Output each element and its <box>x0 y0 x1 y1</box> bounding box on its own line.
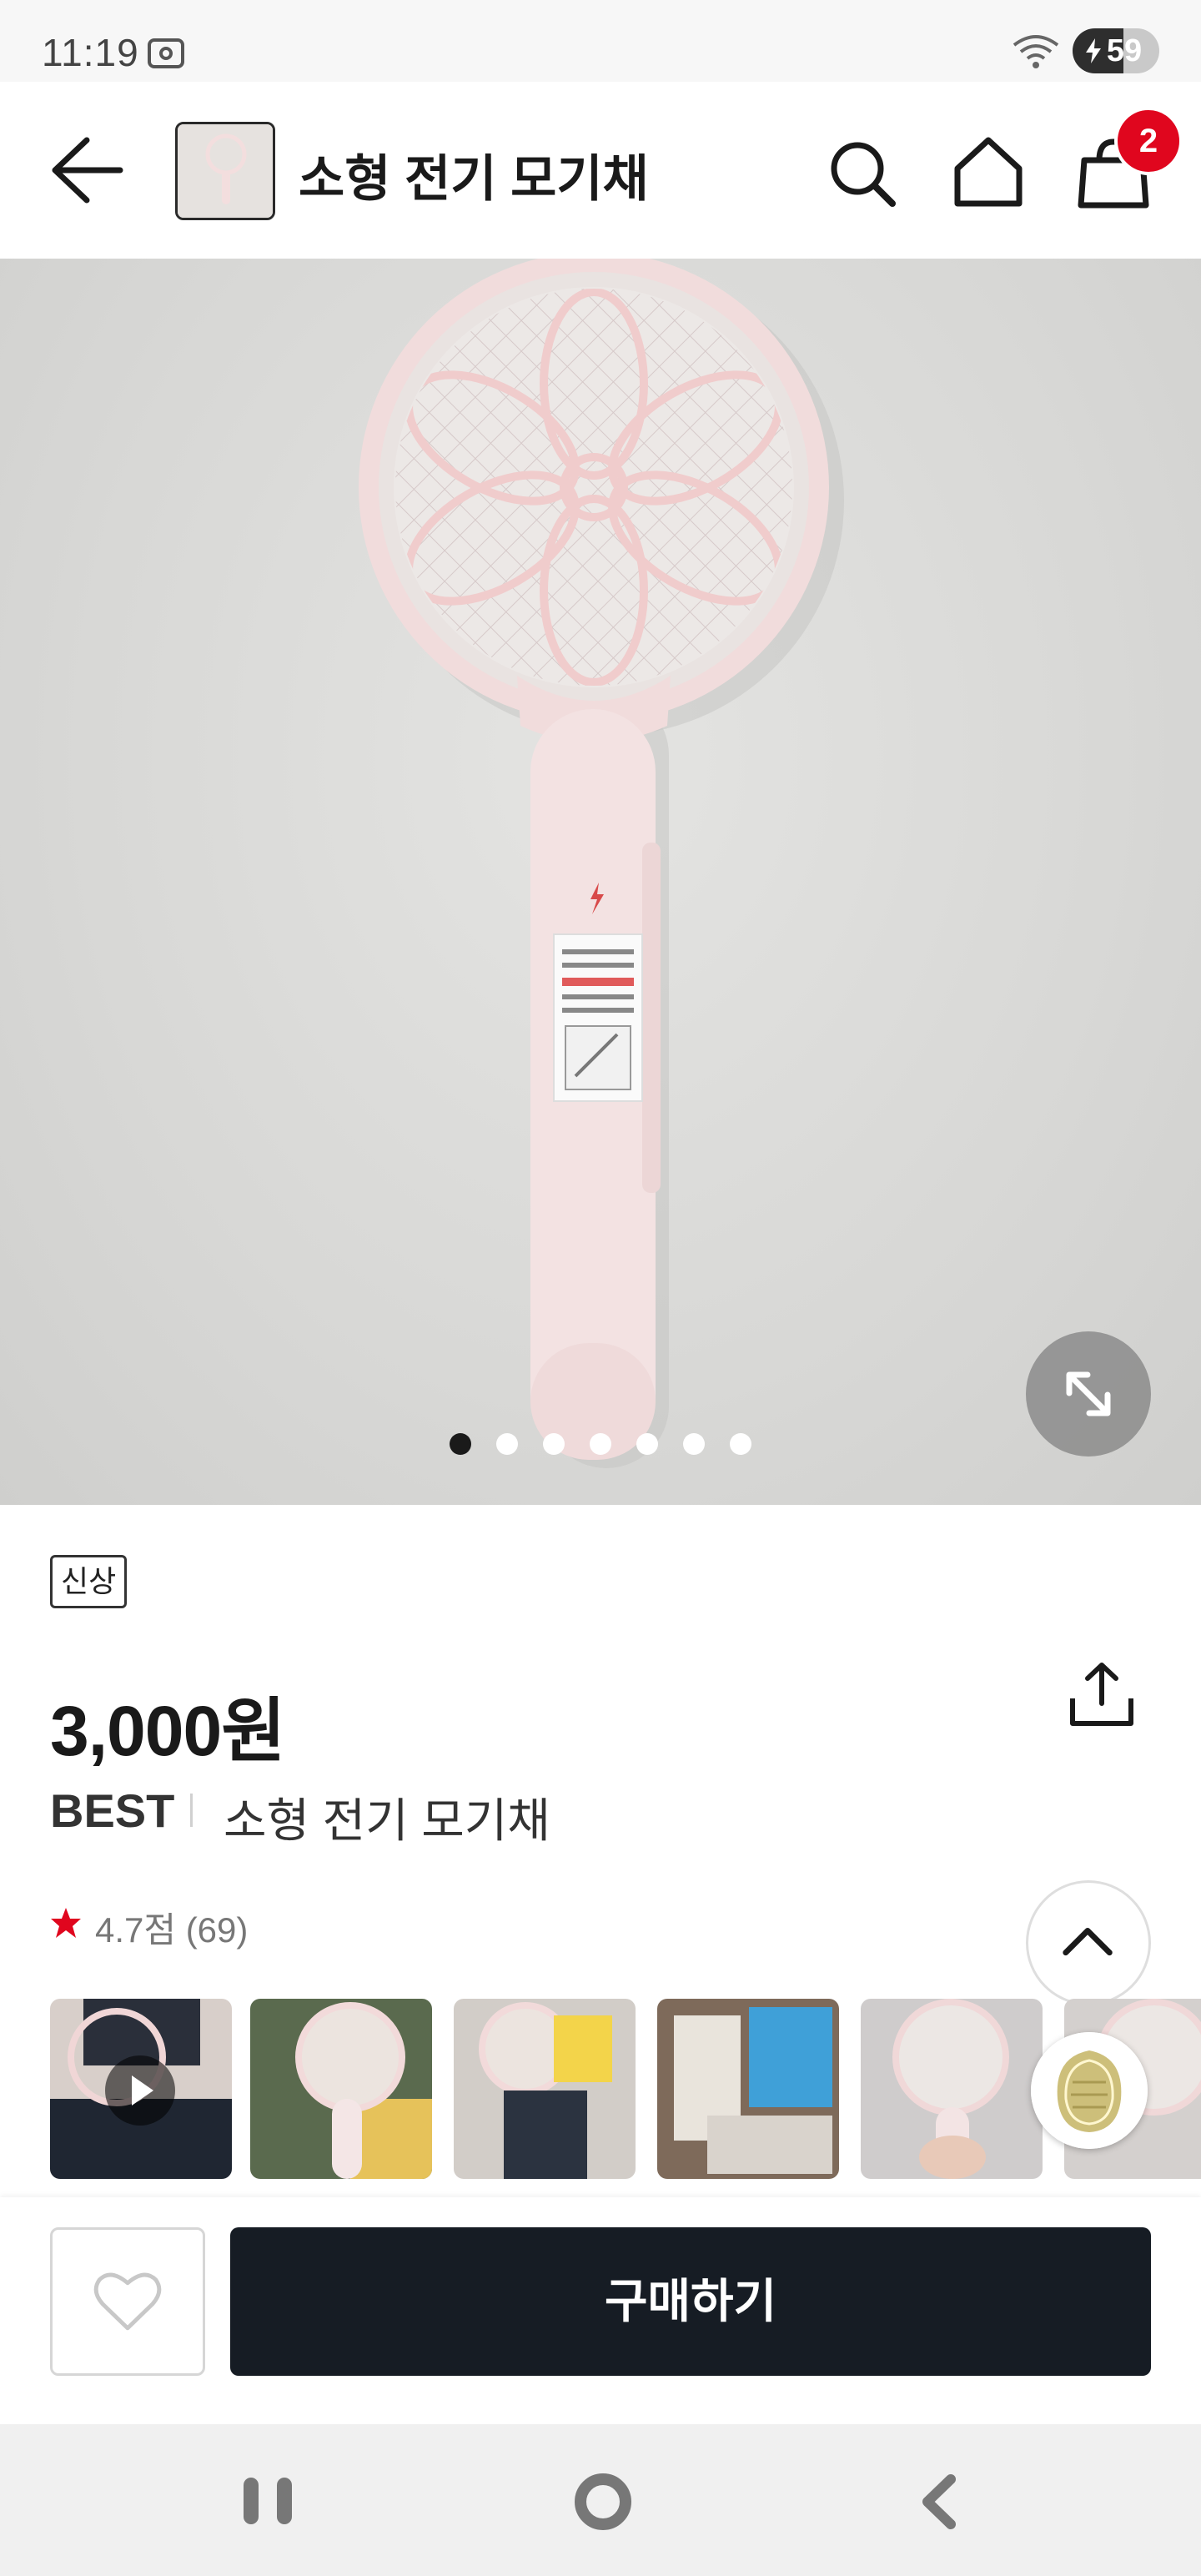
product-price: 3,000원 <box>50 1692 285 1770</box>
product-image <box>359 259 844 1468</box>
review-video-thumbnail <box>50 1999 232 2179</box>
new-badge: 신상 <box>50 1555 128 1608</box>
search-icon[interactable] <box>826 137 897 209</box>
review-photo <box>454 1999 636 2179</box>
review-photo-strip[interactable] <box>50 1999 1201 2179</box>
review-thumbnail[interactable] <box>50 1999 232 2179</box>
gallery-dot[interactable] <box>590 1433 611 1455</box>
product-thumbnail[interactable] <box>175 122 275 220</box>
home-button-icon[interactable] <box>574 2473 632 2531</box>
review-thumbnail[interactable] <box>250 1999 432 2179</box>
app-header: 소형 전기 모기채 2 <box>0 82 1201 259</box>
wishlist-button[interactable] <box>50 2227 205 2376</box>
gallery-dot[interactable] <box>730 1433 751 1455</box>
star-icon <box>51 1908 81 1938</box>
gallery-dot[interactable] <box>683 1433 705 1455</box>
product-name: 소형 전기 모기채 <box>224 1794 550 1847</box>
rating-summary[interactable]: 4.7점 (69) <box>95 1902 248 1953</box>
review-photo <box>250 1999 432 2179</box>
review-thumbnail[interactable] <box>861 1999 1043 2179</box>
buy-button[interactable]: 구매하기 <box>230 2227 1151 2376</box>
recent-apps-icon[interactable] <box>240 2474 299 2528</box>
gallery-dot[interactable] <box>496 1433 518 1455</box>
product-thumbnail-image <box>178 124 273 218</box>
gallery-dot[interactable] <box>543 1433 565 1455</box>
product-image-gallery[interactable] <box>0 259 1201 1505</box>
heart-icon <box>93 2272 162 2331</box>
recent-item-thumbnail[interactable] <box>1031 2032 1148 2149</box>
review-thumbnail[interactable] <box>657 1999 839 2179</box>
purchase-bar: 구매하기 <box>0 2197 1201 2424</box>
wifi-icon <box>1013 35 1059 68</box>
gallery-dot[interactable] <box>450 1433 471 1455</box>
battery-indicator: 59 <box>1073 28 1159 73</box>
recent-item-image <box>1031 2032 1148 2149</box>
home-icon[interactable] <box>951 133 1026 209</box>
system-navigation-bar <box>0 2424 1201 2576</box>
back-arrow-icon[interactable] <box>48 132 125 209</box>
back-icon[interactable] <box>917 2473 959 2531</box>
chevron-up-icon <box>1063 1928 1113 1956</box>
brand-divider <box>190 1794 193 1827</box>
cart-count-badge: 2 <box>1114 107 1183 175</box>
scroll-to-top-button[interactable] <box>1026 1880 1151 2005</box>
gallery-pagination <box>0 1433 1201 1467</box>
review-photo <box>657 1999 839 2179</box>
review-photo <box>861 1999 1043 2179</box>
gallery-dot[interactable] <box>636 1433 658 1455</box>
status-time: 11:19 <box>42 31 139 74</box>
brand-name[interactable]: BEST <box>50 1784 174 1838</box>
page-title: 소형 전기 모기채 <box>299 151 649 207</box>
screenshot-indicator-icon <box>148 38 184 68</box>
status-bar: 11:19 59 <box>0 0 1201 82</box>
battery-level: 59 <box>1106 33 1143 68</box>
review-thumbnail[interactable] <box>454 1999 636 2179</box>
share-icon[interactable] <box>1066 1660 1138 1728</box>
